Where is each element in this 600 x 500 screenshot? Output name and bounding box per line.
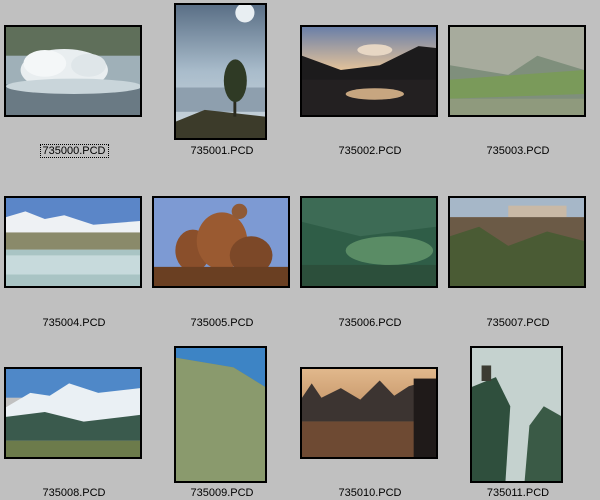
thumbnail-item-735011[interactable]: 735011.PCD bbox=[444, 340, 592, 500]
file-name[interactable]: 735005.PCD bbox=[189, 317, 256, 329]
thumbnail-image[interactable] bbox=[300, 367, 438, 459]
thumbnail-image[interactable] bbox=[4, 25, 142, 117]
thumbnail-image[interactable] bbox=[4, 367, 142, 459]
file-name[interactable]: 735010.PCD bbox=[337, 487, 404, 499]
thumbnail-image[interactable] bbox=[470, 346, 563, 483]
thumbnail-item-735010[interactable]: 735010.PCD bbox=[296, 340, 444, 500]
thumbnail-item-735004[interactable]: 735004.PCD bbox=[0, 170, 148, 330]
thumbnail-image[interactable] bbox=[448, 196, 586, 288]
thumbnail-image[interactable] bbox=[174, 3, 267, 140]
thumbnail-image[interactable] bbox=[152, 196, 290, 288]
thumbnail-item-735006[interactable]: 735006.PCD bbox=[296, 170, 444, 330]
file-name[interactable]: 735001.PCD bbox=[189, 145, 256, 157]
thumbnail-item-735000[interactable]: 735000.PCD bbox=[0, 0, 148, 160]
file-name[interactable]: 735006.PCD bbox=[337, 317, 404, 329]
file-name[interactable]: 735008.PCD bbox=[41, 487, 108, 499]
thumbnail-item-735001[interactable]: 735001.PCD bbox=[148, 0, 296, 160]
file-name[interactable]: 735002.PCD bbox=[337, 145, 404, 157]
thumbnail-image[interactable] bbox=[300, 25, 438, 117]
file-name[interactable]: 735009.PCD bbox=[189, 487, 256, 499]
file-name[interactable]: 735003.PCD bbox=[485, 145, 552, 157]
file-name[interactable]: 735004.PCD bbox=[41, 317, 108, 329]
thumbnail-item-735008[interactable]: 735008.PCD bbox=[0, 340, 148, 500]
thumbnail-item-735002[interactable]: 735002.PCD bbox=[296, 0, 444, 160]
thumbnail-image[interactable] bbox=[300, 196, 438, 288]
thumbnail-image[interactable] bbox=[174, 346, 267, 483]
file-name[interactable]: 735000.PCD bbox=[39, 144, 109, 158]
thumbnail-image[interactable] bbox=[448, 25, 586, 117]
thumbnail-item-735005[interactable]: 735005.PCD bbox=[148, 170, 296, 330]
thumbnail-image[interactable] bbox=[4, 196, 142, 288]
file-name[interactable]: 735011.PCD bbox=[485, 487, 551, 499]
file-name[interactable]: 735007.PCD bbox=[485, 317, 552, 329]
thumbnail-grid: 735000.PCD 735001.PCD 735002.PCD 735003.… bbox=[0, 0, 600, 499]
thumbnail-item-735007[interactable]: 735007.PCD bbox=[444, 170, 592, 330]
thumbnail-item-735009[interactable]: 735009.PCD bbox=[148, 340, 296, 500]
thumbnail-item-735003[interactable]: 735003.PCD bbox=[444, 0, 592, 160]
